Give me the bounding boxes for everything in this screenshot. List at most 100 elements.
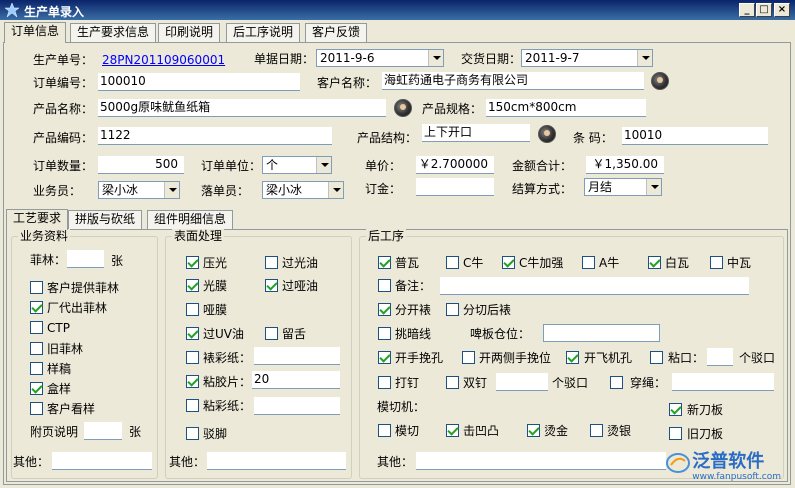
feilin-field[interactable]: [67, 250, 104, 268]
split-mount-checkbox[interactable]: [378, 303, 391, 316]
order-no-link[interactable]: 28PN201109060001: [102, 52, 225, 68]
die-position-field[interactable]: [543, 324, 660, 342]
nail-count-field[interactable]: [496, 373, 548, 391]
business-item-0-label: 客户提供菲林: [47, 281, 120, 295]
double-nail-checkbox[interactable]: [446, 376, 459, 389]
order-code-label: 订单编号：: [33, 76, 94, 90]
chevron-down-icon[interactable]: [316, 157, 331, 173]
surface-other-field[interactable]: [207, 452, 346, 470]
post-flute-4-checkbox[interactable]: [648, 256, 661, 269]
attach-field[interactable]: [84, 422, 122, 440]
product-name-field[interactable]: 5000g原味鱿鱼纸箱: [98, 99, 386, 117]
surface-left-5-checkbox[interactable]: [186, 375, 199, 388]
surface-right-0-checkbox[interactable]: [265, 256, 278, 269]
deposit-field[interactable]: [416, 178, 494, 196]
close-button[interactable]: ×: [774, 3, 790, 17]
surface-left-3-checkbox[interactable]: [186, 327, 199, 340]
barcode-field[interactable]: 10010: [622, 127, 768, 145]
business-item-1-checkbox[interactable]: [30, 301, 43, 314]
post-flute-1-checkbox[interactable]: [446, 256, 459, 269]
tab-order-info[interactable]: 订单信息: [4, 22, 67, 43]
emboss-checkbox[interactable]: [446, 424, 459, 437]
tab-production-requirements[interactable]: 生产要求信息: [70, 23, 157, 42]
business-item-5-checkbox[interactable]: [30, 382, 43, 395]
post-flute-5-checkbox[interactable]: [710, 256, 723, 269]
crease-checkbox[interactable]: [378, 327, 391, 340]
product-code-field[interactable]: 1122: [98, 127, 332, 145]
film-field[interactable]: 20: [252, 371, 340, 389]
structure-field[interactable]: 上下开口: [422, 124, 530, 142]
glue-field[interactable]: [707, 348, 733, 366]
maximize-button[interactable]: □: [756, 3, 772, 17]
nail-unit: 个驳口: [552, 376, 589, 390]
surface-left-7-checkbox[interactable]: [186, 427, 199, 440]
chevron-down-icon[interactable]: [646, 179, 661, 195]
product-picker-icon[interactable]: [394, 99, 412, 117]
post-flute-0-checkbox[interactable]: [378, 256, 391, 269]
structure-picker-icon[interactable]: [538, 125, 556, 143]
post-flute-2-checkbox[interactable]: [502, 256, 515, 269]
hand-hole-checkbox[interactable]: [378, 351, 391, 364]
business-other-field[interactable]: [52, 452, 152, 470]
silver-foil-checkbox[interactable]: [590, 424, 603, 437]
surface-left-2-checkbox[interactable]: [186, 303, 199, 316]
doc-date-picker[interactable]: 2011-9-6: [316, 49, 444, 67]
payment-select[interactable]: 月结: [584, 178, 662, 196]
chevron-down-icon[interactable]: [164, 182, 179, 198]
business-item-6-checkbox[interactable]: [30, 402, 43, 415]
subtab-component-details[interactable]: 组件明细信息: [147, 210, 234, 229]
customer-picker-icon[interactable]: [651, 72, 669, 90]
diecut-checkbox[interactable]: [378, 424, 391, 437]
mount-paper-field[interactable]: [254, 347, 340, 365]
chevron-down-icon[interactable]: [328, 182, 343, 198]
nail-checkbox[interactable]: [378, 376, 391, 389]
surface-right-2-checkbox[interactable]: [265, 327, 278, 340]
old-knife-checkbox[interactable]: [669, 427, 682, 440]
rope-field[interactable]: [672, 373, 774, 391]
new-knife-checkbox[interactable]: [669, 403, 682, 416]
paste-paper-field[interactable]: [254, 397, 340, 415]
customer-field[interactable]: 海虹药通电子商务有限公司: [382, 72, 644, 90]
remark-checkbox[interactable]: [378, 279, 391, 292]
delivery-date-value: 2011-9-7: [525, 51, 580, 65]
total-label: 金额合计：: [512, 159, 573, 173]
business-item-2-checkbox[interactable]: [30, 321, 43, 334]
chevron-down-icon[interactable]: [637, 50, 652, 66]
unit-select[interactable]: 个: [262, 156, 332, 174]
tab-post-process-notes[interactable]: 后工序说明: [226, 23, 301, 42]
remark-field[interactable]: [440, 277, 749, 295]
post-other-field[interactable]: [416, 452, 666, 470]
feilin-label: 菲林：: [30, 253, 67, 267]
unit-label: 订单单位：: [201, 159, 262, 173]
sales-select[interactable]: 梁小冰: [98, 181, 180, 199]
qty-field[interactable]: 500: [98, 156, 184, 174]
delivery-date-picker[interactable]: 2011-9-7: [521, 49, 653, 67]
tab-customer-feedback[interactable]: 客户反馈: [305, 23, 368, 42]
gold-foil-checkbox[interactable]: [527, 424, 540, 437]
business-item-3-checkbox[interactable]: [30, 342, 43, 355]
surface-right-1-checkbox[interactable]: [265, 279, 278, 292]
surface-left-6-checkbox[interactable]: [186, 399, 199, 412]
surface-left-4-checkbox[interactable]: [186, 351, 199, 364]
split-after-checkbox[interactable]: [446, 303, 459, 316]
glue-checkbox[interactable]: [650, 351, 663, 364]
both-side-handle-checkbox[interactable]: [462, 351, 475, 364]
structure-label: 产品结构：: [357, 131, 418, 145]
surface-left-1-checkbox[interactable]: [186, 279, 199, 292]
subtab-process-requirements[interactable]: 工艺要求: [6, 209, 69, 230]
plane-hole-checkbox[interactable]: [566, 351, 579, 364]
price-field[interactable]: ￥2.700000: [416, 156, 494, 174]
tab-print-notes[interactable]: 印刷说明: [158, 23, 221, 42]
business-item-0-checkbox[interactable]: [30, 281, 43, 294]
maker-label: 落单员：: [201, 184, 250, 198]
order-code-field[interactable]: 100010: [98, 73, 300, 91]
chevron-down-icon[interactable]: [428, 50, 443, 66]
subtab-imposition[interactable]: 拼版与砍纸: [68, 210, 143, 229]
minimize-button[interactable]: _: [739, 3, 755, 17]
post-flute-3-checkbox[interactable]: [582, 256, 595, 269]
business-item-4-checkbox[interactable]: [30, 362, 43, 375]
surface-left-0-checkbox[interactable]: [186, 256, 199, 269]
maker-select[interactable]: 梁小冰: [262, 181, 344, 199]
spec-field[interactable]: 150cm*800cm: [486, 99, 646, 117]
rope-checkbox[interactable]: [610, 376, 623, 389]
